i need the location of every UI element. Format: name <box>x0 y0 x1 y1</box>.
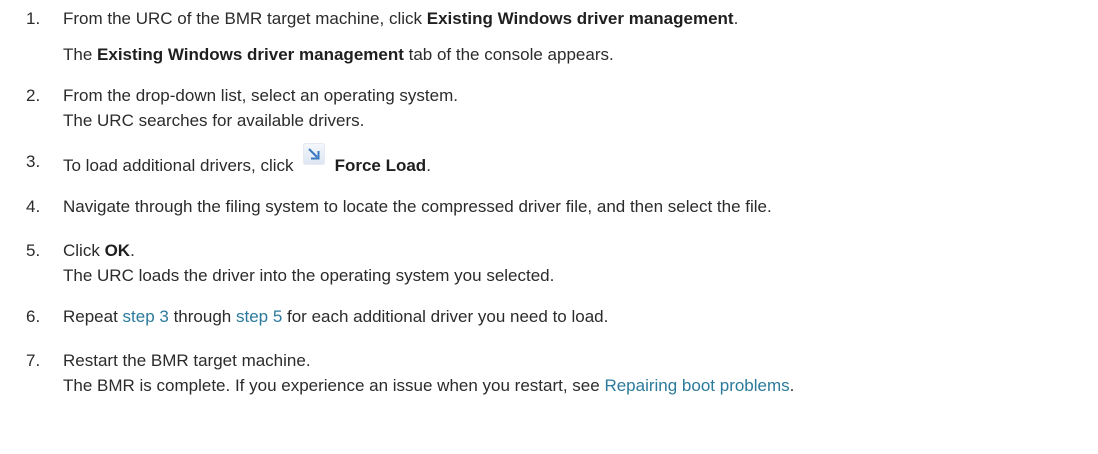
ui-term: Force Load <box>334 156 427 175</box>
step-instruction: Restart the BMR target machine. <box>63 351 311 370</box>
step-text: . <box>733 9 739 28</box>
ui-term: OK <box>104 241 131 260</box>
repairing-boot-problems-link[interactable]: Repairing boot problems <box>604 376 789 395</box>
step-text: . <box>426 156 431 175</box>
step-text: To load additional drivers, click <box>63 156 294 175</box>
step-text: . <box>130 241 135 260</box>
force-load-icon <box>302 143 325 165</box>
step-text: The <box>63 45 98 64</box>
step-number: 5. <box>26 241 41 260</box>
step-instruction: Click OK. <box>63 240 135 262</box>
step-text: for each additional driver you need to l… <box>282 307 609 326</box>
step-result: The URC searches for available drivers. <box>63 111 365 130</box>
step-number: 7. <box>26 351 41 370</box>
step-text: Click <box>63 241 105 260</box>
step-number: 1. <box>26 9 41 28</box>
step-instruction: Repeat step 3 through step 5 for each ad… <box>63 306 608 328</box>
step-text: . <box>789 376 795 395</box>
step-instruction: From the URC of the BMR target machine, … <box>63 8 738 30</box>
step-5-link[interactable]: step 5 <box>236 307 282 326</box>
ui-term: Existing Windows driver management <box>426 9 734 28</box>
step-instruction: Navigate through the filing system to lo… <box>63 197 772 216</box>
step-text: tab of the console appears. <box>403 45 614 64</box>
step-text: The BMR is complete. If you experience a… <box>63 376 605 395</box>
step-number: 3. <box>26 152 41 171</box>
step-instruction: From the drop-down list, select an opera… <box>63 86 458 105</box>
step-text: through <box>168 307 236 326</box>
ui-term: Existing Windows driver management <box>97 45 404 64</box>
step-text: Repeat <box>63 307 123 326</box>
step-number: 2. <box>26 86 41 105</box>
step-instruction: To load additional drivers, click Force … <box>63 143 431 177</box>
step-result: The Existing Windows driver management t… <box>63 44 614 66</box>
step-result: The BMR is complete. If you experience a… <box>63 375 794 397</box>
step-number: 4. <box>26 197 41 216</box>
step-3-link[interactable]: step 3 <box>123 307 169 326</box>
step-text: From the URC of the BMR target machine, … <box>63 9 427 28</box>
step-number: 6. <box>26 307 41 326</box>
step-result: The URC loads the driver into the operat… <box>63 266 555 285</box>
